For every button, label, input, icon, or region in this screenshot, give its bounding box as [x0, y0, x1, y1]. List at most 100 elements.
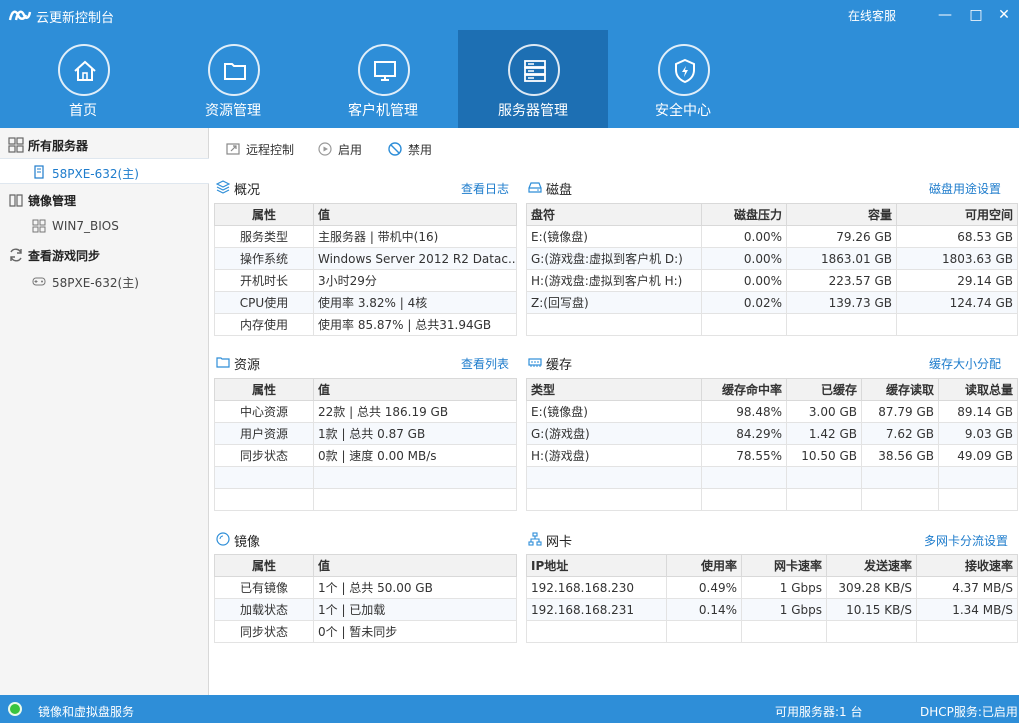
col-header: 已缓存	[786, 378, 862, 401]
image-title: 镜像	[216, 531, 416, 550]
table-row[interactable]: Z:(回写盘) 0.02% 139.73 GB 124.74 GB	[526, 291, 1018, 314]
table-row[interactable]: 操作系统 Windows Server 2012 R2 Datac...	[214, 247, 517, 270]
folder-icon	[208, 44, 260, 96]
app-title: 云更新控制台	[36, 11, 115, 26]
network-icon	[528, 532, 542, 546]
table-row[interactable]: 中心资源 22款 | 总共 186.19 GB	[214, 400, 517, 423]
overview-table: 属性值 服务类型 主服务器 | 带机中(16) 操作系统 Windows Serve…	[214, 203, 517, 336]
nav-security-label: 安全中心	[655, 103, 711, 119]
sidebar-group-all-servers[interactable]: 所有服务器	[0, 132, 209, 158]
table-row[interactable]: 已有镜像 1个 | 总共 50.00 GB	[214, 576, 517, 599]
nav-resources[interactable]: 资源管理	[158, 30, 308, 128]
sidebar-item-label: 58PXE-632(主)	[52, 276, 139, 290]
nav-servers[interactable]: 服务器管理	[458, 30, 608, 128]
gamepad-icon	[32, 277, 46, 286]
disk-usage-settings-link[interactable]: 磁盘用途设置	[929, 180, 1001, 197]
cache-size-allocation-link[interactable]: 缓存大小分配	[929, 355, 1001, 372]
table-row[interactable]: 服务类型 主服务器 | 带机中(16)	[214, 225, 517, 248]
monitor-icon	[358, 44, 410, 96]
table-row[interactable]: 用户资源 1款 | 总共 0.87 GB	[214, 422, 517, 445]
status-ok-icon	[8, 702, 22, 716]
table-row-empty	[214, 466, 517, 489]
disk-title: 磁盘	[528, 179, 728, 198]
enable-label: 启用	[338, 143, 363, 157]
resource-title: 资源	[216, 354, 416, 373]
sidebar-group-label: 查看游戏同步	[28, 249, 101, 263]
col-header: 属性	[214, 203, 314, 226]
table-row-empty	[526, 488, 1018, 511]
online-service-link[interactable]: 在线客服	[848, 7, 896, 24]
toolbar: 远程控制 启用 禁用	[210, 128, 1019, 168]
image-table: 属性值 已有镜像 1个 | 总共 50.00 GB 加载状态 1个 | 已加载 同步…	[214, 554, 517, 643]
book-icon	[9, 194, 23, 207]
overview-title: 概况	[216, 179, 416, 198]
close-button[interactable]: ✕	[994, 5, 1014, 25]
table-row[interactable]: G:(游戏盘:虚拟到客户机 D:) 0.00% 1863.01 GB 1803.63 …	[526, 247, 1018, 270]
server-small-icon	[34, 165, 44, 179]
sidebar: 所有服务器 58PXE-632(主) 镜像管理 WIN7_BIOS 查看游戏同步…	[0, 128, 209, 695]
nic-table: IP地址 使用率 网卡速率 发送速率 接收速率 192.168.168.230 0.49%…	[526, 554, 1018, 643]
sidebar-item-sync-server[interactable]: 58PXE-632(主)	[0, 268, 209, 294]
view-list-link[interactable]: 查看列表	[461, 355, 509, 372]
table-row[interactable]: 同步状态 0款 | 速度 0.00 MB/s	[214, 444, 517, 467]
status-bar: 镜像和虚拟盘服务 可用服务器:1 台 DHCP服务:已启用	[0, 695, 1019, 723]
forbidden-icon	[388, 142, 402, 156]
col-header: 值	[313, 203, 517, 226]
sidebar-item-label: WIN7_BIOS	[52, 219, 119, 233]
table-row[interactable]: 192.168.168.230 0.49% 1 Gbps 309.28 KB/S 4.3…	[526, 576, 1018, 599]
main-nav: 首页 资源管理 客户机管理 服务器管理 安全中心	[0, 30, 1019, 128]
table-row-empty	[526, 620, 1018, 643]
table-row[interactable]: CPU使用 使用率 3.82% | 4核	[214, 291, 517, 314]
table-row[interactable]: 加载状态 1个 | 已加载	[214, 598, 517, 621]
col-header: 属性	[214, 378, 314, 401]
disk-table: 盘符 磁盘压力 容量 可用空间 E:(镜像盘) 0.00% 79.26 GB 68.53 G…	[526, 203, 1018, 336]
col-header: 使用率	[666, 554, 742, 577]
minimize-button[interactable]: —	[935, 5, 955, 25]
sync-icon	[10, 248, 22, 262]
disable-label: 禁用	[408, 143, 433, 157]
sidebar-group-images[interactable]: 镜像管理	[0, 187, 209, 213]
col-header: 可用空间	[896, 203, 1018, 226]
memory-icon	[528, 358, 542, 367]
sidebar-item-image[interactable]: WIN7_BIOS	[0, 213, 209, 239]
table-row[interactable]: 同步状态 0个 | 暂未同步	[214, 620, 517, 643]
layers-icon	[216, 180, 230, 194]
available-servers-text: 可用服务器:1 台	[775, 705, 863, 719]
col-header: 类型	[526, 378, 702, 401]
table-row[interactable]: E:(镜像盘) 98.48% 3.00 GB 87.79 GB 89.14 GB	[526, 400, 1018, 423]
nav-clients-label: 客户机管理	[348, 103, 418, 119]
disk-icon	[528, 182, 542, 193]
nav-clients[interactable]: 客户机管理	[308, 30, 458, 128]
table-row[interactable]: G:(游戏盘) 84.29% 1.42 GB 7.62 GB 9.03 GB	[526, 422, 1018, 445]
title-bar: 云更新控制台 在线客服 — □ ✕	[0, 0, 1019, 30]
table-row[interactable]: 192.168.168.231 0.14% 1 Gbps 10.15 KB/S 1.34…	[526, 598, 1018, 621]
col-header: 值	[313, 554, 517, 577]
cache-table: 类型 缓存命中率 已缓存 缓存读取 读取总量 E:(镜像盘) 98.48% 3.00 GB 8…	[526, 378, 1018, 511]
nav-security[interactable]: 安全中心	[608, 30, 758, 128]
sidebar-item-server[interactable]: 58PXE-632(主)	[0, 158, 209, 184]
maximize-button[interactable]: □	[966, 5, 986, 25]
view-logs-link[interactable]: 查看日志	[461, 180, 509, 197]
nav-home[interactable]: 首页	[8, 30, 158, 128]
remote-icon	[226, 143, 240, 155]
table-row[interactable]: H:(游戏盘) 78.55% 10.50 GB 38.56 GB 49.09 GB	[526, 444, 1018, 467]
table-row-empty	[526, 313, 1018, 336]
play-icon	[318, 142, 332, 156]
table-row[interactable]: 内存使用 使用率 85.87% | 总共31.94GB	[214, 313, 517, 336]
col-header: IP地址	[526, 554, 667, 577]
dhcp-status-text: DHCP服务:已启用	[920, 705, 1018, 719]
home-icon	[58, 44, 110, 96]
col-header: 磁盘压力	[701, 203, 787, 226]
table-row-empty	[214, 488, 517, 511]
sidebar-group-label: 镜像管理	[28, 194, 77, 208]
table-row[interactable]: E:(镜像盘) 0.00% 79.26 GB 68.53 GB	[526, 225, 1018, 248]
col-header: 发送速率	[826, 554, 917, 577]
sidebar-group-game-sync[interactable]: 查看游戏同步	[0, 242, 209, 268]
table-row[interactable]: H:(游戏盘:虚拟到客户机 H:) 0.00% 223.57 GB 29.14 GB	[526, 269, 1018, 292]
table-row[interactable]: 开机时长 3小时29分	[214, 269, 517, 292]
col-header: 属性	[214, 554, 314, 577]
col-header: 值	[313, 378, 517, 401]
service-status-text: 镜像和虚拟盘服务	[38, 705, 135, 719]
remote-control-label: 远程控制	[246, 143, 295, 157]
multi-nic-settings-link[interactable]: 多网卡分流设置	[924, 532, 1008, 549]
